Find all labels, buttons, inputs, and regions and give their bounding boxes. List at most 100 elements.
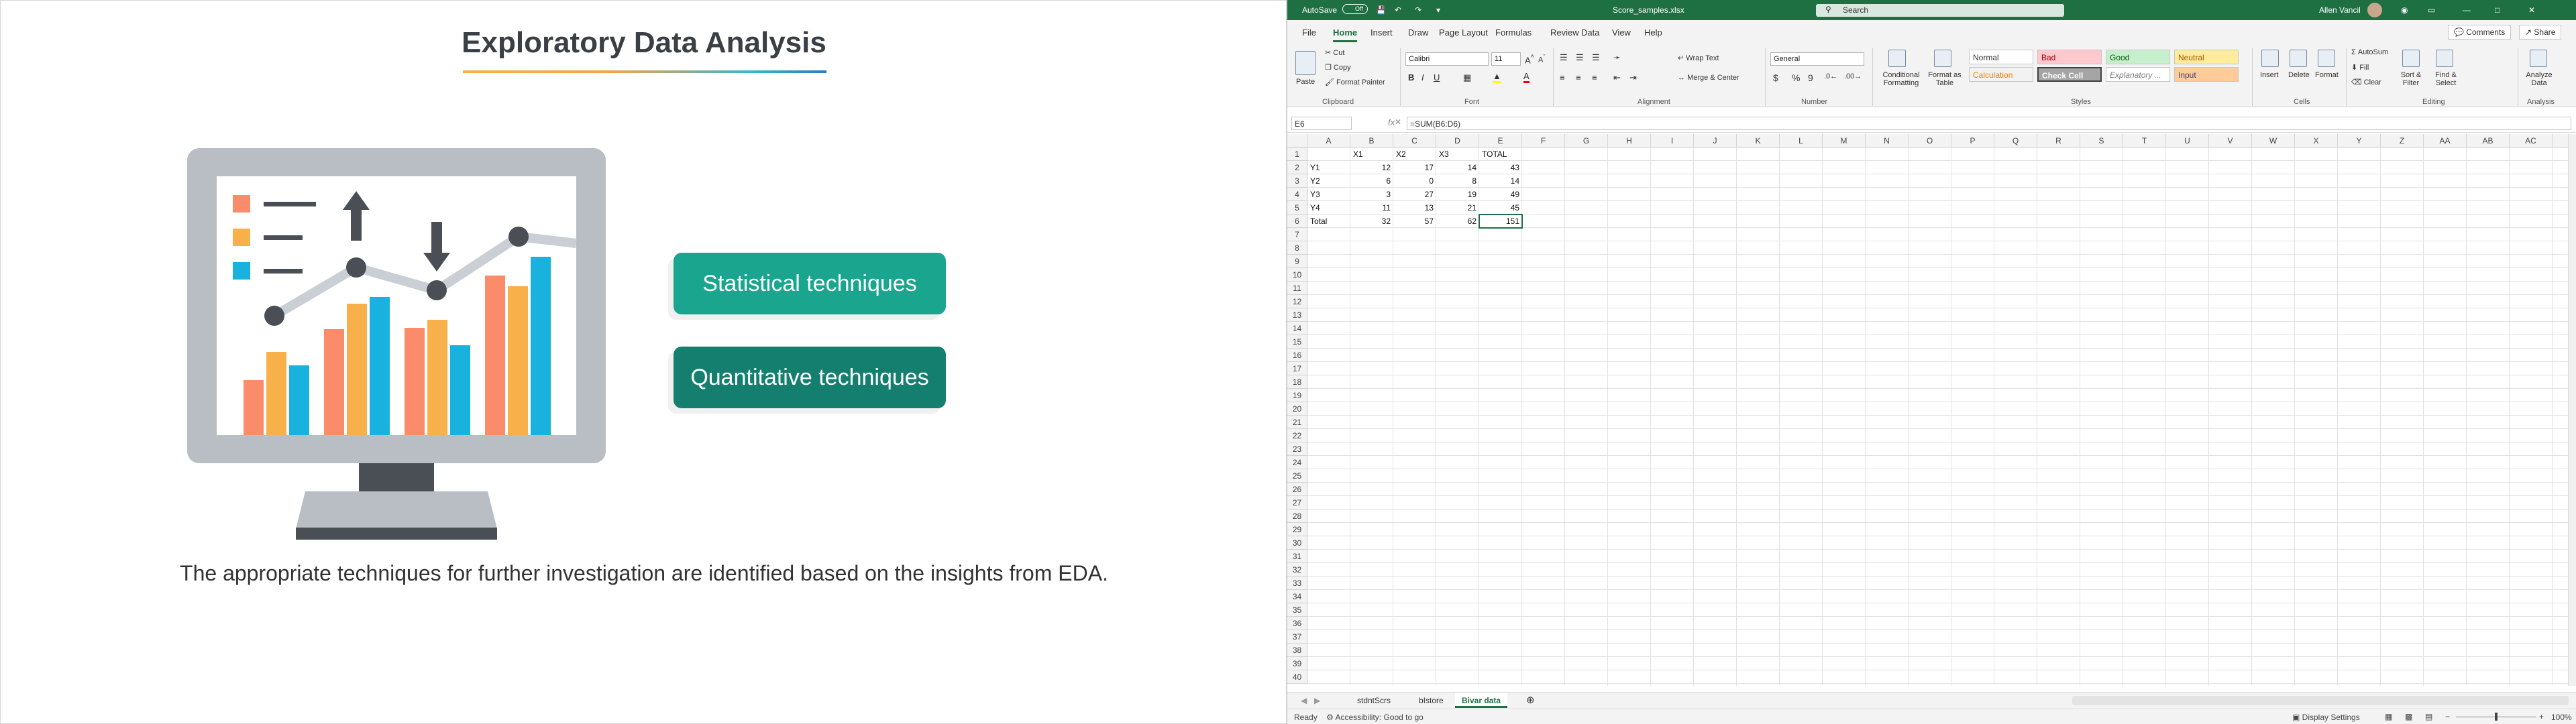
column-header[interactable]: C (1393, 134, 1436, 147)
cell[interactable]: 14 (1436, 161, 1479, 174)
cell[interactable]: Y1 (1307, 161, 1350, 174)
column-header[interactable]: AB (2467, 134, 2510, 147)
coauthor-icon[interactable]: ◉ (2401, 5, 2408, 15)
italic-icon[interactable]: I (1421, 72, 1424, 82)
increase-decimal-icon[interactable]: .0← (1824, 72, 1837, 80)
maximize-icon[interactable]: □ (2495, 5, 2500, 15)
row-header[interactable]: 32 (1287, 563, 1307, 577)
format-painter-button[interactable]: 🖌 Format Painter (1325, 78, 1385, 86)
redo-icon[interactable]: ↷ (1415, 5, 1421, 15)
row-header[interactable]: 28 (1287, 509, 1307, 523)
column-header[interactable]: X (2295, 134, 2338, 147)
align-center-icon[interactable]: ≡ (1576, 72, 1581, 82)
zoom-level[interactable]: 100% (2551, 713, 2572, 722)
column-header[interactable]: R (2037, 134, 2080, 147)
row-header[interactable]: 21 (1287, 416, 1307, 429)
format-as-table-icon[interactable] (1934, 50, 1951, 67)
align-bottom-icon[interactable]: ☰ (1592, 52, 1600, 63)
row-header[interactable]: 25 (1287, 469, 1307, 483)
name-box[interactable]: E6 (1291, 117, 1352, 130)
cell[interactable]: 0 (1393, 174, 1436, 188)
row-header[interactable]: 20 (1287, 402, 1307, 416)
tab-draw[interactable]: Draw (1408, 27, 1428, 38)
tab-data[interactable]: Data (1581, 27, 1599, 38)
cell[interactable]: Y3 (1307, 188, 1350, 201)
cell[interactable]: 12 (1350, 161, 1393, 174)
row-header[interactable]: 18 (1287, 375, 1307, 389)
format-button[interactable]: Format (2315, 71, 2339, 79)
align-right-icon[interactable]: ≡ (1592, 72, 1597, 82)
horizontal-scrollbar[interactable] (2072, 696, 2569, 705)
customize-icon[interactable]: ▾ (1436, 5, 1440, 15)
percent-icon[interactable]: % (1792, 72, 1800, 83)
row-header[interactable]: 38 (1287, 644, 1307, 657)
row-header[interactable]: 10 (1287, 268, 1307, 282)
select-all-corner[interactable] (1287, 134, 1307, 147)
display-settings-button[interactable]: ▣ Display Settings (2292, 713, 2360, 722)
style-check-cell[interactable]: Check Cell (2037, 67, 2102, 82)
column-header[interactable]: Y (2338, 134, 2381, 147)
delete-button[interactable]: Delete (2288, 71, 2310, 79)
sheet-tab[interactable]: bIstore (1412, 693, 1450, 708)
font-color-icon[interactable]: A (1523, 71, 1529, 83)
selected-cell[interactable] (1479, 214, 1523, 229)
insert-button[interactable]: Insert (2260, 71, 2279, 79)
cell[interactable]: Total (1307, 215, 1350, 228)
cell[interactable]: 57 (1393, 215, 1436, 228)
column-header[interactable]: A (1307, 134, 1350, 147)
row-header[interactable]: 31 (1287, 550, 1307, 563)
row-header[interactable]: 16 (1287, 349, 1307, 362)
minimize-icon[interactable]: — (2463, 5, 2471, 15)
style-explanatory[interactable]: Explanatory ... (2106, 67, 2170, 82)
accessibility-status[interactable]: ⚙ Accessibility: Good to go (1326, 713, 1424, 722)
cell[interactable]: Y2 (1307, 174, 1350, 188)
borders-icon[interactable]: ▦ (1463, 72, 1471, 83)
statistical-techniques-button[interactable]: Statistical techniques (674, 253, 946, 314)
bold-icon[interactable]: B (1408, 72, 1414, 82)
row-header[interactable]: 5 (1287, 201, 1307, 215)
paste-icon[interactable] (1295, 51, 1316, 75)
cell[interactable]: 27 (1393, 188, 1436, 201)
column-header[interactable]: L (1780, 134, 1823, 147)
row-header[interactable]: 22 (1287, 429, 1307, 442)
cell[interactable]: 21 (1436, 201, 1479, 215)
zoom-out-icon[interactable]: − (2445, 712, 2450, 721)
row-header[interactable]: 39 (1287, 657, 1307, 670)
ribbon-display-icon[interactable]: ▭ (2428, 5, 2435, 15)
column-header[interactable]: O (1909, 134, 1951, 147)
column-header[interactable]: D (1436, 134, 1479, 147)
file-name[interactable]: Score_samples.xlsx (1613, 5, 1684, 15)
column-header[interactable]: AC (2510, 134, 2553, 147)
cell[interactable]: 13 (1393, 201, 1436, 215)
row-header[interactable]: 19 (1287, 389, 1307, 402)
insert-function-icon[interactable]: fx (1388, 117, 1395, 127)
number-format-combo[interactable]: General (1770, 52, 1864, 66)
autosum-button[interactable]: Σ AutoSum (2351, 48, 2388, 56)
wrap-text-button[interactable]: ↵ Wrap Text (1678, 54, 1719, 62)
column-header[interactable]: V (2209, 134, 2252, 147)
page-layout-view-icon[interactable]: ▩ (2405, 712, 2412, 721)
tab-page-layout[interactable]: Page Layout (1439, 27, 1488, 38)
row-header[interactable]: 14 (1287, 322, 1307, 335)
column-header[interactable]: S (2080, 134, 2123, 147)
cell[interactable]: 6 (1350, 174, 1393, 188)
cell[interactable]: TOTAL (1479, 147, 1522, 161)
row-header[interactable]: 36 (1287, 617, 1307, 630)
row-header[interactable]: 24 (1287, 456, 1307, 469)
column-header[interactable]: N (1866, 134, 1909, 147)
page-break-view-icon[interactable]: ▤ (2425, 712, 2432, 721)
row-header[interactable]: 30 (1287, 536, 1307, 550)
quantitative-techniques-button[interactable]: Quantitative techniques (674, 347, 946, 408)
sheet-nav-next-icon[interactable]: ▶ (1307, 693, 1327, 708)
row-header[interactable]: 13 (1287, 308, 1307, 322)
row-header[interactable]: 40 (1287, 670, 1307, 684)
column-header[interactable]: K (1737, 134, 1780, 147)
tab-file[interactable]: File (1302, 27, 1316, 38)
sheet-tab-active[interactable]: Bivar data (1455, 693, 1508, 708)
cut-button[interactable]: ✂ Cut (1325, 48, 1344, 57)
align-middle-icon[interactable]: ☰ (1576, 52, 1584, 63)
fill-button[interactable]: ⬇ Fill (2351, 63, 2369, 72)
column-header[interactable]: G (1565, 134, 1608, 147)
row-header[interactable]: 7 (1287, 228, 1307, 241)
currency-icon[interactable]: $ (1773, 72, 1778, 83)
